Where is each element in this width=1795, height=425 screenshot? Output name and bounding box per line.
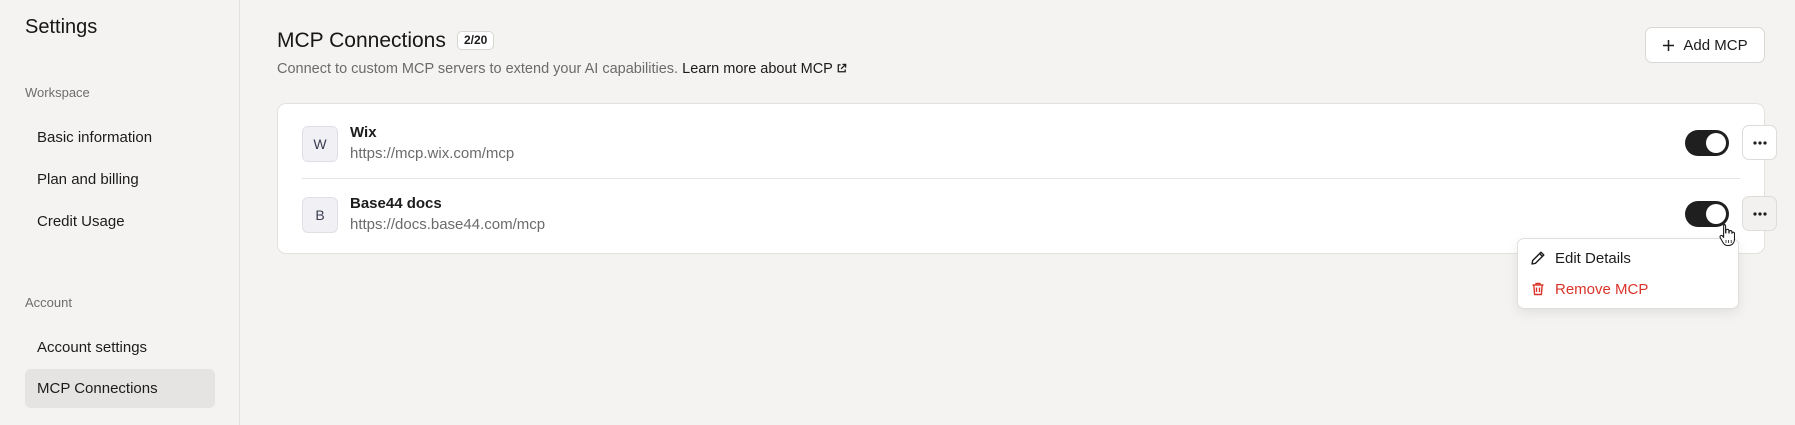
section-label-workspace: Workspace [25, 85, 90, 100]
connection-avatar: W [302, 126, 338, 162]
hand-pointer-icon [1719, 223, 1735, 247]
sidebar-item-credit-usage[interactable]: Credit Usage [25, 202, 215, 241]
learn-more-label: Learn more about MCP [682, 61, 833, 77]
connection-more-button[interactable] [1742, 196, 1777, 231]
settings-sidebar: Settings Workspace Basic information Pla… [0, 0, 240, 425]
connection-actions-menu: Edit Details Remove MCP [1517, 238, 1739, 309]
external-link-icon [837, 63, 847, 73]
pencil-icon [1531, 251, 1545, 265]
page-subtitle: Connect to custom MCP servers to extend … [277, 61, 847, 77]
menu-item-edit-details[interactable]: Edit Details [1518, 243, 1738, 273]
edit-details-label: Edit Details [1555, 249, 1631, 267]
connection-count-badge: 2/20 [457, 31, 495, 50]
menu-item-remove-mcp[interactable]: Remove MCP [1518, 274, 1738, 304]
connection-name: Base44 docs [350, 195, 442, 212]
plus-icon [1663, 39, 1675, 51]
connection-name: Wix [350, 124, 377, 141]
trash-icon [1532, 282, 1544, 296]
more-horizontal-icon [1752, 211, 1767, 216]
connection-avatar: B [302, 197, 338, 233]
sidebar-item-basic-information[interactable]: Basic information [25, 118, 215, 157]
sidebar-title: Settings [25, 16, 98, 38]
connection-url: https://docs.base44.com/mcp [350, 216, 546, 233]
connection-row: B Base44 docs https://docs.base44.com/mc… [278, 175, 1777, 246]
main-content: MCP Connections 2/20 Connect to custom M… [241, 0, 1795, 425]
sidebar-item-account-settings[interactable]: Account settings [25, 328, 215, 367]
toggle-knob [1706, 204, 1726, 224]
connection-more-button[interactable] [1742, 125, 1777, 160]
section-label-account: Account [25, 295, 72, 310]
add-mcp-label: Add MCP [1683, 36, 1748, 54]
connections-card: W Wix https://mcp.wix.com/mcp B Base44 d… [277, 103, 1777, 254]
remove-mcp-label: Remove MCP [1555, 280, 1649, 298]
more-horizontal-icon [1752, 140, 1767, 145]
subtitle-text: Connect to custom MCP servers to extend … [277, 61, 679, 77]
connection-enabled-toggle[interactable] [1685, 130, 1729, 156]
toggle-knob [1706, 133, 1726, 153]
learn-more-link[interactable]: Learn more about MCP [682, 61, 847, 77]
page-title: MCP Connections [277, 29, 446, 52]
connection-row: W Wix https://mcp.wix.com/mcp [278, 104, 1777, 175]
sidebar-item-mcp-connections[interactable]: MCP Connections [25, 369, 215, 408]
connection-url: https://mcp.wix.com/mcp [350, 145, 515, 162]
sidebar-item-plan-and-billing[interactable]: Plan and billing [25, 160, 215, 199]
add-mcp-button[interactable]: Add MCP [1645, 27, 1765, 63]
